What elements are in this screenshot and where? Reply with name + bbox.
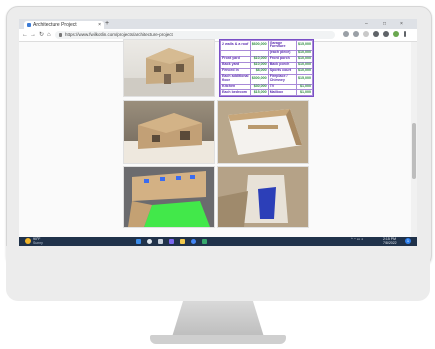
item-label-cell: Garage Furniture (267, 40, 297, 51)
scrollbar-thumb[interactable] (412, 123, 416, 179)
extensions-puzzle-icon[interactable] (383, 31, 389, 37)
bookmark-star-icon[interactable] (363, 31, 369, 37)
item-label-cell: Mailbox (267, 89, 297, 96)
table-row: Each bedroom $15,000 Mailbox $1,000 (220, 89, 313, 96)
minimize-button[interactable]: – (365, 20, 368, 28)
roof-model-photo[interactable] (123, 100, 215, 164)
weather-sun-icon[interactable] (25, 238, 31, 244)
home-button[interactable]: ⌂ (47, 30, 51, 40)
close-window-button[interactable]: × (400, 20, 403, 28)
walls-model-photo[interactable] (217, 100, 309, 164)
item-label-cell: Fireplace / Chimney (267, 73, 297, 85)
price-list-table: 2 walls & a roof $600,000 Garage Furniture… (220, 40, 313, 96)
url-text: https://www.fwilkotlin.com/projects/arch… (65, 32, 173, 37)
address-bar[interactable]: https://www.fwilkotlin.com/projects/arch… (55, 31, 335, 39)
monitor-chin (6, 246, 430, 301)
share-icon[interactable] (353, 31, 359, 37)
extension-icon[interactable] (373, 31, 379, 37)
profile-avatar[interactable] (393, 31, 399, 37)
table-row: 2 walls & a roof $600,000 Garage Furniture… (220, 40, 313, 51)
tray-icons[interactable]: ^ ◔ ▭ ◖ (351, 237, 363, 241)
item-price-cell: $300,000 (249, 73, 269, 85)
item-label-cell: 2 walls & a roof (220, 40, 251, 51)
item-price-cell: $1,000 (295, 89, 313, 96)
reload-button[interactable]: ↻ (39, 30, 44, 40)
app-grid-icon[interactable] (202, 239, 207, 244)
tab-close-icon[interactable]: × (98, 21, 101, 29)
task-view-icon[interactable] (158, 239, 163, 244)
zoom-icon[interactable] (343, 31, 349, 37)
weather-desc: Sunny (33, 241, 43, 245)
chat-icon[interactable] (169, 239, 174, 244)
item-label-cell: Each bedroom (220, 89, 251, 96)
maximize-button[interactable]: □ (383, 20, 386, 28)
monitor-stand (172, 301, 264, 337)
item-price-cell: $15,000 (295, 73, 313, 85)
search-icon[interactable] (147, 239, 152, 244)
item-price-cell: $15,000 (295, 40, 313, 51)
pool-model-photo[interactable] (217, 166, 309, 228)
forward-button[interactable]: → (30, 30, 36, 40)
clock-date[interactable]: 7/8/2022 (383, 241, 397, 245)
site-favicon-icon (27, 23, 31, 27)
table-row: Each additional floor $300,000 Fireplace /… (220, 73, 313, 85)
tab-title: Architecture Project (33, 22, 77, 28)
chrome-icon[interactable] (191, 239, 196, 244)
lock-icon (59, 33, 62, 37)
interior-model-photo[interactable] (123, 166, 215, 228)
menu-kebab-icon[interactable] (404, 31, 406, 37)
browser-tab[interactable]: Architecture Project × (24, 21, 104, 29)
back-button[interactable]: ← (22, 30, 28, 40)
item-label-cell: Each additional floor (220, 73, 251, 85)
house-model-photo[interactable] (123, 39, 215, 97)
new-tab-button[interactable]: + (105, 20, 109, 28)
notification-badge[interactable]: 1 (405, 238, 411, 244)
cost-table: 2 walls & a roof $600,000 Garage Furniture… (219, 39, 314, 97)
web-page (19, 42, 411, 237)
file-explorer-icon[interactable] (180, 239, 185, 244)
item-price-cell: $15,000 (249, 89, 269, 96)
item-price-cell: $600,000 (249, 40, 269, 51)
monitor-stand-base (150, 335, 286, 344)
monitor-screen: Architecture Project × + – □ × ← → ↻ ⌂ h… (19, 19, 417, 246)
start-windows-icon[interactable] (136, 239, 141, 244)
